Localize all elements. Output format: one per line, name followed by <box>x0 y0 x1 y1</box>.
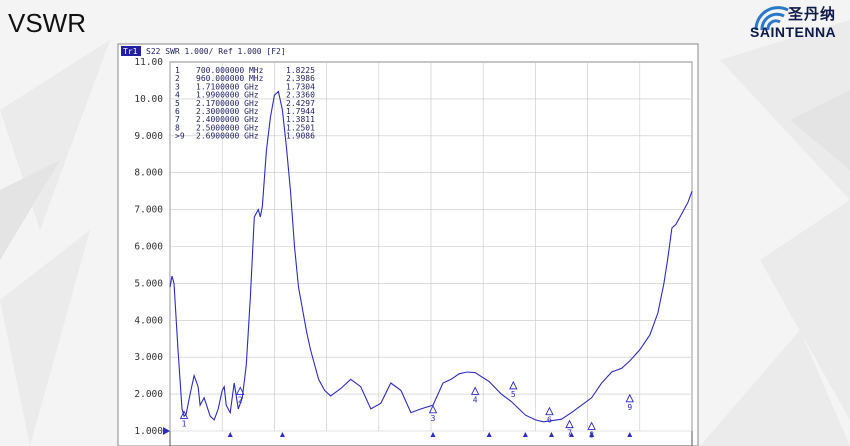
y-tick-label: 2.000 <box>134 389 163 400</box>
marker-label-2: 2 <box>238 395 243 404</box>
y-tick-label: 7.000 <box>134 205 163 216</box>
trace-header: S22 SWR 1.000/ Ref 1.000 [F2] <box>146 47 286 56</box>
y-tick-label: 5.000 <box>134 278 163 289</box>
trace-tag: Tr1 <box>123 47 138 56</box>
vswr-chart: Tr1 S22 SWR 1.000/ Ref 1.000 [F2] 1.000 2… <box>117 43 699 446</box>
marker-label-1: 1 <box>182 419 187 428</box>
y-tick-label: 9.000 <box>134 131 163 142</box>
y-tick-label: 1.000 <box>134 426 163 437</box>
marker-table-value: 1.9086 <box>286 132 315 141</box>
marker-label-9: 9 <box>627 403 632 412</box>
y-tick-label: 11.00 <box>134 57 163 68</box>
y-tick-label: 6.000 <box>134 242 163 253</box>
marker-table-frequency: 2.6900000 GHz <box>196 132 259 141</box>
y-tick-label: 4.000 <box>134 315 163 326</box>
y-tick-label: 8.000 <box>134 168 163 179</box>
marker-label-6: 6 <box>547 416 552 425</box>
y-tick-label: 10.00 <box>134 94 163 105</box>
y-tick-label: 3.000 <box>134 352 163 363</box>
marker-label-4: 4 <box>473 395 478 404</box>
marker-label-3: 3 <box>431 414 436 423</box>
marker-label-5: 5 <box>511 390 516 399</box>
marker-table-id: >9 <box>175 132 185 141</box>
